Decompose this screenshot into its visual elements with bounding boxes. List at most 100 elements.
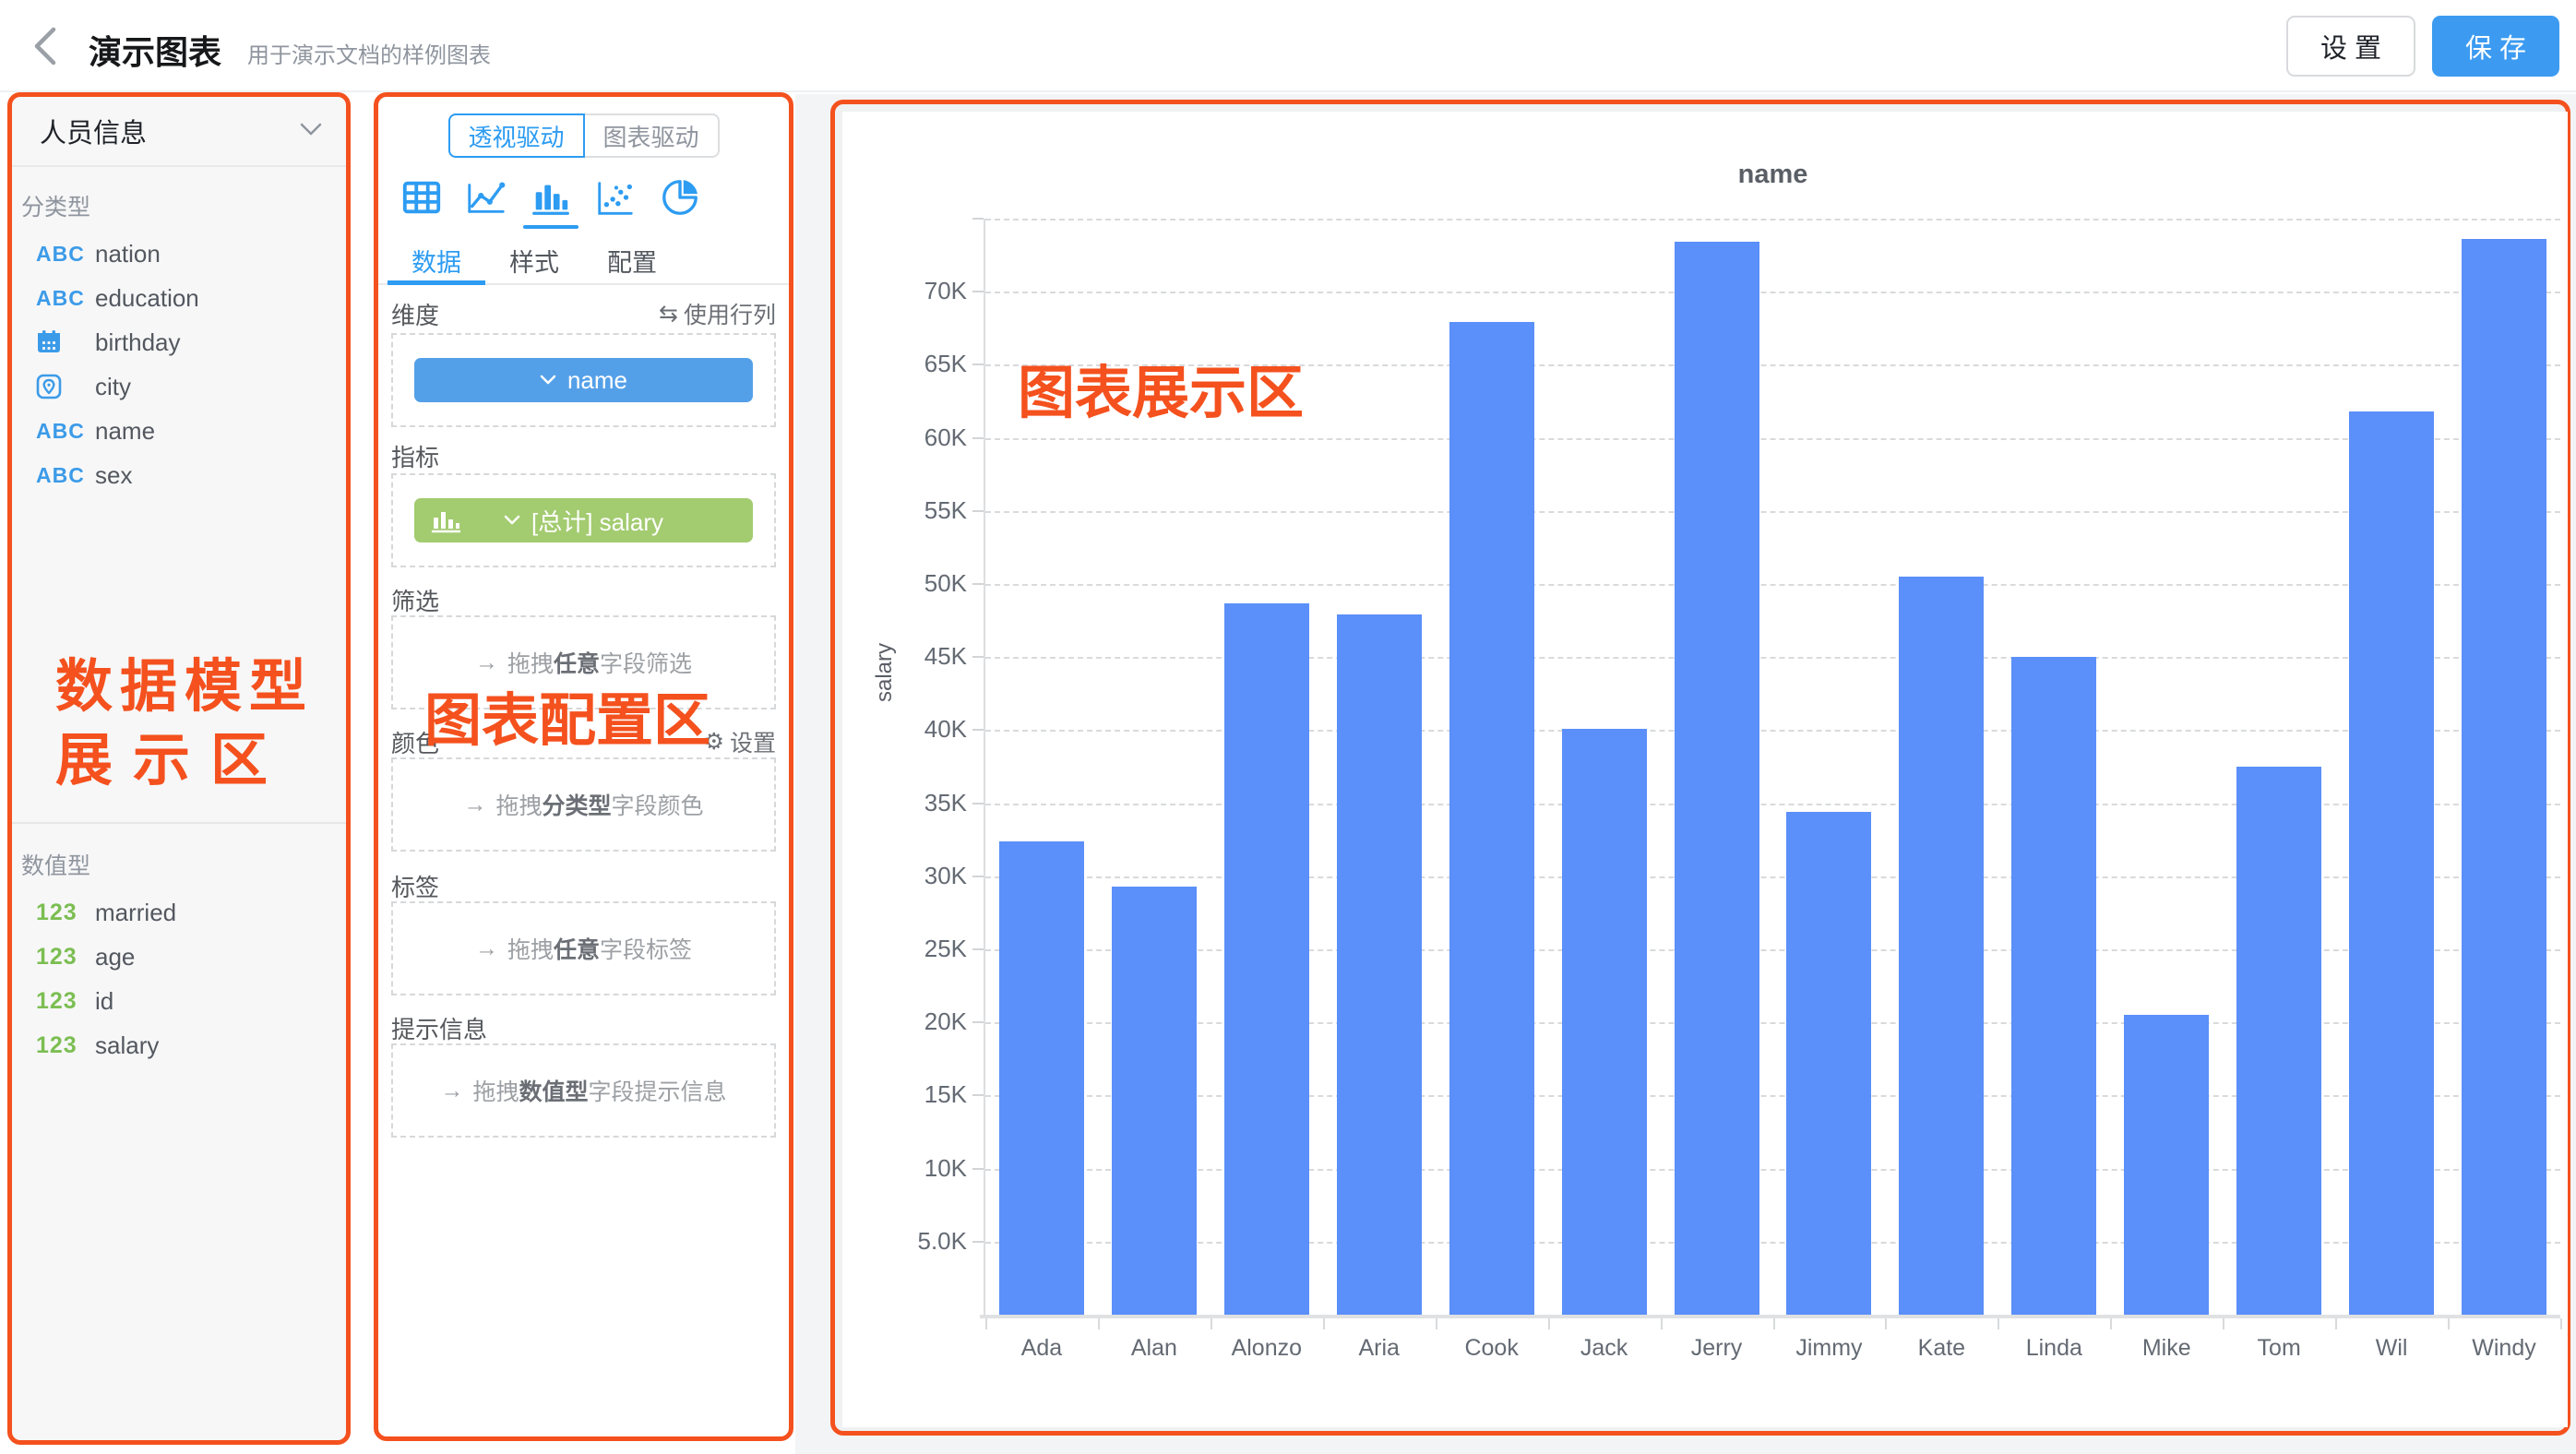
bar-Wil[interactable] xyxy=(2349,411,2434,1315)
x-category-label: Cook xyxy=(1436,1335,1548,1362)
chevron-down-icon xyxy=(300,123,322,140)
gridline xyxy=(985,364,2560,366)
mode-tab-图表驱动[interactable]: 图表驱动 xyxy=(583,113,720,158)
y-tick-label: 50K xyxy=(838,569,967,598)
use-row-col-action[interactable]: ⇆使用行列 xyxy=(659,297,776,330)
bar-Alan[interactable] xyxy=(1112,887,1197,1315)
metric-pill-salary[interactable]: [总计] salary xyxy=(414,498,753,542)
x-tick xyxy=(2223,1318,2224,1329)
bar-Windy[interactable] xyxy=(2462,239,2546,1315)
bar-Jack[interactable] xyxy=(1562,729,1647,1315)
y-tick-label: 45K xyxy=(838,642,967,671)
color-dropzone[interactable]: →拖拽分类型字段颜色 xyxy=(391,757,776,852)
tooltip-dropzone[interactable]: →拖拽数值型字段提示信息 xyxy=(391,1043,776,1138)
field-type-label: 数值型 xyxy=(12,824,346,890)
field-name: name xyxy=(95,417,155,446)
x-axis-line xyxy=(980,1315,2560,1318)
settings-button[interactable]: 设 置 xyxy=(2286,16,2415,77)
bar-Mike[interactable] xyxy=(2124,1015,2209,1315)
y-tick-label: 65K xyxy=(838,350,967,378)
x-category-label: Kate xyxy=(1885,1335,1998,1362)
numeric-field-icon: 123 xyxy=(36,944,95,971)
line-chart-icon[interactable] xyxy=(463,174,509,220)
table-chart-icon[interactable] xyxy=(399,174,445,220)
field-name: education xyxy=(95,284,199,313)
chart-display-panel: name salary 5.0K10K15K20K25K30K35K40K45K… xyxy=(830,100,2570,1436)
text-field-icon: ABC xyxy=(36,286,95,311)
text-field-icon: ABC xyxy=(36,463,95,488)
location-icon xyxy=(36,374,95,399)
x-category-label: Alonzo xyxy=(1210,1335,1323,1362)
bar-Tom[interactable] xyxy=(2236,767,2321,1315)
color-settings-action[interactable]: ⚙设置 xyxy=(704,725,776,758)
metric-dropzone[interactable]: [总计] salary xyxy=(391,473,776,567)
field-item-age[interactable]: 123age xyxy=(12,935,346,979)
dimension-dropzone[interactable]: name xyxy=(391,333,776,427)
text-field-icon: ABC xyxy=(36,242,95,267)
gear-icon: ⚙ xyxy=(704,728,724,756)
x-tick xyxy=(1998,1318,1999,1329)
bar-Linda[interactable] xyxy=(2011,657,2096,1315)
y-tick xyxy=(972,1168,984,1170)
field-item-id[interactable]: 123id xyxy=(12,979,346,1023)
mode-tab-透视驱动[interactable]: 透视驱动 xyxy=(447,113,584,158)
x-tick xyxy=(2110,1318,2112,1329)
bar-Jimmy[interactable] xyxy=(1786,812,1871,1315)
y-tick xyxy=(972,364,984,365)
y-tick-label: 30K xyxy=(838,862,967,890)
y-axis-line xyxy=(984,219,985,1315)
field-item-city[interactable]: city xyxy=(12,364,346,409)
field-item-birthday[interactable]: birthday xyxy=(12,320,346,364)
gridline xyxy=(985,657,2560,659)
bar-Alonzo[interactable] xyxy=(1224,603,1309,1315)
pie-chart-icon[interactable] xyxy=(657,174,703,220)
field-item-education[interactable]: ABCeducation xyxy=(12,276,346,320)
x-tick xyxy=(2335,1318,2337,1329)
field-item-name[interactable]: ABCname xyxy=(12,409,346,453)
bar-Kate[interactable] xyxy=(1899,577,1984,1315)
tag-hint: →拖拽任意字段标签 xyxy=(475,932,692,965)
y-tick-label: 35K xyxy=(838,789,967,817)
scatter-chart-icon[interactable] xyxy=(592,174,638,220)
bar-Jerry[interactable] xyxy=(1675,242,1759,1315)
y-tick xyxy=(972,437,984,439)
y-tick xyxy=(972,291,984,292)
x-category-label: Wil xyxy=(2335,1335,2448,1362)
chart-canvas: name salary 5.0K10K15K20K25K30K35K40K45K… xyxy=(842,112,2568,1427)
field-item-married[interactable]: 123married xyxy=(12,890,346,935)
tag-dropzone[interactable]: →拖拽任意字段标签 xyxy=(391,901,776,995)
x-category-label: Jerry xyxy=(1661,1335,1773,1362)
tooltip-section-label: 提示信息 xyxy=(391,1011,487,1045)
y-tick xyxy=(972,1241,984,1243)
field-item-sex[interactable]: ABCsex xyxy=(12,453,346,497)
tab-样式[interactable]: 样式 xyxy=(485,237,583,283)
numeric-field-icon: 123 xyxy=(36,900,95,926)
bar-Ada[interactable] xyxy=(999,841,1084,1315)
bar-chart-icon xyxy=(429,507,462,541)
y-tick-label: 25K xyxy=(838,935,967,963)
tab-配置[interactable]: 配置 xyxy=(583,237,681,283)
dimension-pill-name[interactable]: name xyxy=(414,358,753,402)
back-icon[interactable] xyxy=(28,24,65,68)
field-item-salary[interactable]: 123salary xyxy=(12,1023,346,1067)
x-category-label: Ada xyxy=(985,1335,1098,1362)
page-subtitle: 用于演示文档的样例图表 xyxy=(247,37,491,69)
save-button[interactable]: 保 存 xyxy=(2432,16,2559,77)
plot-area: 5.0K10K15K20K25K30K35K40K45K50K55K60K65K… xyxy=(985,219,2560,1315)
x-category-label: Mike xyxy=(2110,1335,2223,1362)
dataset-selector[interactable]: 人员信息 xyxy=(12,97,346,167)
filter-dropzone[interactable]: →拖拽任意字段筛选 xyxy=(391,615,776,709)
bar-Cook[interactable] xyxy=(1449,322,1534,1315)
bar-Aria[interactable] xyxy=(1337,614,1422,1315)
gridline xyxy=(985,584,2560,586)
x-tick xyxy=(2560,1318,2562,1329)
bar-chart-icon[interactable] xyxy=(528,174,574,220)
gridline xyxy=(985,876,2560,878)
arrow-right-icon: → xyxy=(440,1078,463,1104)
x-tick xyxy=(2448,1318,2450,1329)
x-tick xyxy=(1098,1318,1100,1329)
tab-数据[interactable]: 数据 xyxy=(388,237,485,283)
y-tick xyxy=(972,803,984,804)
field-item-nation[interactable]: ABCnation xyxy=(12,232,346,276)
field-name: birthday xyxy=(95,328,181,357)
